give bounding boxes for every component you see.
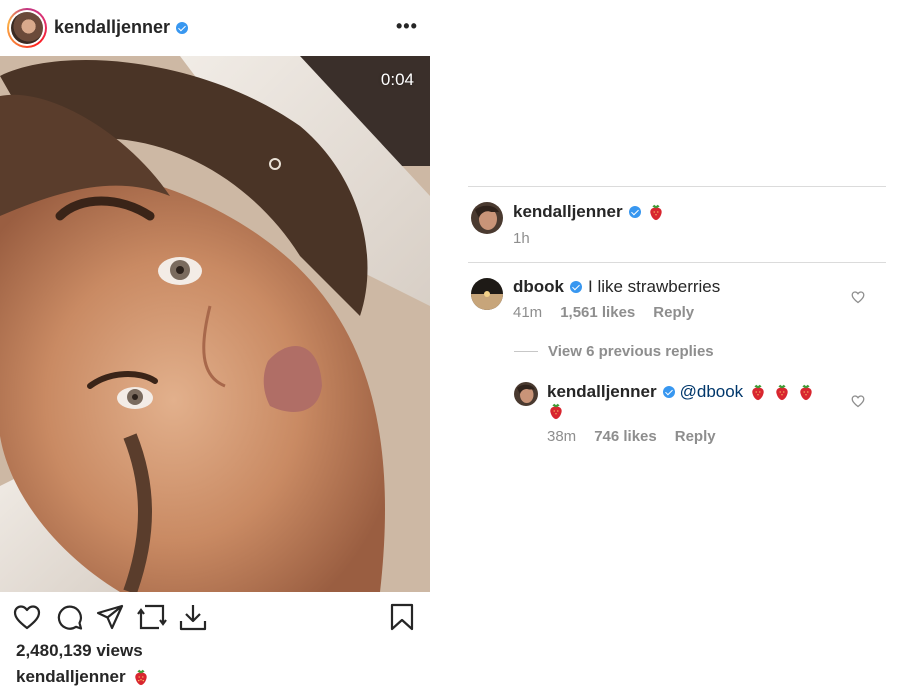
post-author[interactable]: kendalljenner — [54, 17, 189, 38]
share-icon[interactable] — [95, 602, 125, 632]
comment-like-heart-icon[interactable] — [851, 290, 865, 304]
bookmark-icon[interactable] — [387, 602, 417, 632]
view-count[interactable]: 2,480,139 views — [16, 641, 143, 661]
post-header: kendalljenner ••• — [0, 0, 430, 56]
strawberry-emoji — [800, 384, 812, 401]
post-video[interactable]: 0:04 — [0, 56, 430, 592]
reply-username[interactable]: kendalljenner — [547, 382, 657, 402]
reply-like-heart-icon[interactable] — [851, 394, 865, 408]
reply-meta: 38m 746 likes Reply — [547, 428, 716, 445]
caption-row-username[interactable]: kendalljenner — [513, 202, 623, 222]
caption-author-avatar[interactable] — [471, 202, 503, 234]
strawberry-emoji — [776, 384, 788, 401]
view-previous-replies[interactable]: View 6 previous replies — [514, 343, 714, 360]
commenter-avatar[interactable] — [471, 278, 503, 310]
comment-likes[interactable]: 1,561 likes — [560, 304, 635, 321]
reply-text-continued — [547, 402, 565, 420]
video-frame-image — [0, 56, 430, 592]
verified-badge-icon — [662, 386, 675, 398]
reply-author-avatar[interactable] — [514, 382, 538, 406]
reply-likes[interactable]: 746 likes — [594, 428, 657, 445]
verified-badge-icon — [628, 206, 641, 218]
strawberry-emoji — [649, 204, 662, 221]
divider — [468, 186, 886, 187]
verified-badge-icon — [176, 21, 189, 34]
caption-meta: 1h — [513, 230, 530, 247]
download-icon[interactable] — [178, 602, 208, 632]
post-caption: kendalljenner — [16, 667, 150, 687]
comment-time[interactable]: 41m — [513, 304, 542, 321]
comment-icon[interactable] — [54, 602, 84, 632]
caption-time[interactable]: 1h — [513, 230, 530, 247]
author-avatar[interactable] — [7, 8, 47, 48]
commenter-username[interactable]: dbook — [513, 277, 564, 297]
more-options-button[interactable]: ••• — [396, 16, 418, 37]
caption-row: kendalljenner — [513, 202, 665, 222]
post-author-name[interactable]: kendalljenner — [54, 17, 170, 38]
comment-meta: 41m 1,561 likes Reply — [513, 304, 694, 321]
divider — [468, 262, 886, 263]
reply-text-row: kendalljenner @dbook — [547, 382, 815, 402]
comments-panel: kendalljenner 1h dbook I like strawberri… — [468, 0, 888, 692]
strawberry-emoji — [134, 669, 147, 686]
replies-dash — [514, 351, 538, 352]
post-panel: kendalljenner ••• 0:04 2,480,139 views k… — [0, 0, 430, 692]
verified-badge-icon — [570, 281, 582, 293]
reply-reply-button[interactable]: Reply — [675, 428, 716, 445]
heart-icon[interactable] — [12, 602, 42, 632]
reply-mention[interactable]: @dbook — [680, 382, 744, 402]
post-actions — [0, 600, 430, 634]
caption-username[interactable]: kendalljenner — [16, 667, 126, 687]
video-timer: 0:04 — [380, 70, 414, 89]
reply-time[interactable]: 38m — [547, 428, 576, 445]
comment-reply-button[interactable]: Reply — [653, 304, 694, 321]
comment-text: I like strawberries — [588, 277, 721, 296]
strawberry-emoji — [550, 403, 562, 420]
comment-text-row: dbook I like strawberries — [513, 277, 720, 297]
strawberry-emoji — [752, 384, 764, 401]
repost-icon[interactable] — [137, 602, 167, 632]
view-replies-label[interactable]: View 6 previous replies — [548, 343, 714, 360]
